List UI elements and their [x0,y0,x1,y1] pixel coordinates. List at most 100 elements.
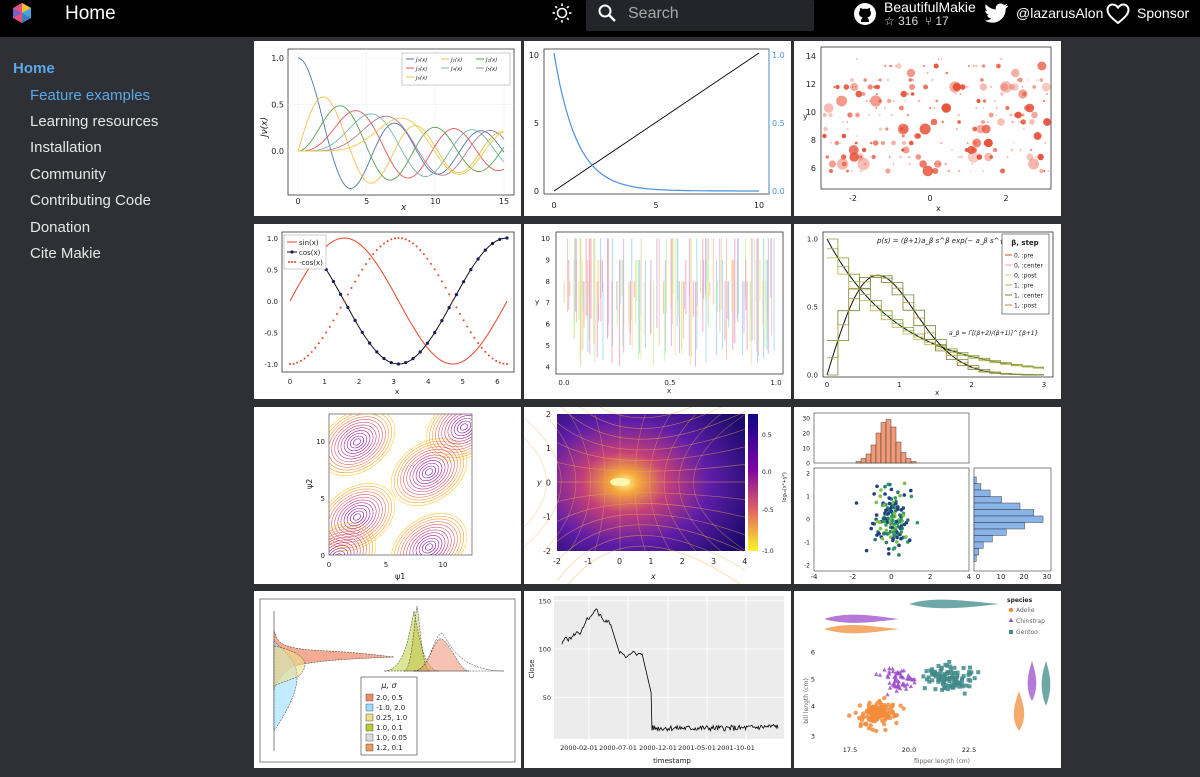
adelie-point [890,709,895,714]
page-title[interactable]: Home [65,3,116,25]
gallery-tile-timeseries[interactable]: 2000-02-01 2000-07-01 2000-12-01 2001-05-01… [524,591,791,768]
makie-logo-icon[interactable] [11,2,33,24]
scatter-point [883,492,887,496]
bubble-point [873,85,876,89]
negcos-point [386,240,389,243]
scatter-point [902,481,907,486]
cos-point [425,341,429,345]
sidebar-item-community[interactable]: Community [30,166,106,183]
adelie-point [891,714,897,719]
search-input[interactable]: Search [586,0,814,31]
negcos-point [310,351,313,353]
scatter-point [891,538,895,543]
trig-functions-plot: sin(x) cos(x) -cos(x) 0 1 2 3 4 5 6 -1.0 -0.5 0.0… [264,231,515,396]
axis-tick: 1 [897,381,901,389]
scatter-point [892,530,896,535]
bubble-point [888,156,891,158]
negcos-point [430,262,432,265]
bubble-point [885,168,891,174]
hist-bar [973,502,1021,510]
bubble-point [846,121,849,123]
bubble-point [838,141,842,145]
gallery-tile-densities[interactable]: μ, σ 2.0, 0.5 -1.0, 2.0 0.25, 1.0 1.0, 0.1 1… [254,591,521,768]
bubble-point [960,155,963,159]
cos-point [375,350,379,354]
bubble-point [880,141,885,145]
gallery-tile-streamplot[interactable]: 0.5 0.0 -0.5 -1.0 log₁₀(x²+y²) -2 -1 0 1 2 3 4… [524,407,791,584]
gallery-tile-rugs[interactable]: 0.0 0.5 1.0 4 5 6 7 8 9 10 x y [524,224,791,399]
gallery-tile-contour[interactable]: 0 5 10 0 5 10 ψ1 ψ2 [254,407,521,584]
negcos-point [365,263,367,265]
negcos-point [487,354,490,357]
streamplot: 0.5 0.0 -0.5 -1.0 log₁₀(x²+y²) -2 -1 0 1 2 3 4… [524,407,788,584]
negcos-point [314,346,317,349]
legend-entry: J₂(x) [485,58,497,64]
bubble-point [888,65,891,67]
y-axis-label: y [803,112,808,121]
gallery-tile-twin-axes[interactable]: 0 5 10 0 5 10 0.0 0.5 1.0 [524,41,791,216]
y-tick: 14 [806,52,816,61]
axis-tick: 2 [806,471,810,478]
bubble-point [899,127,903,131]
axis-tick: -1.0 [264,361,278,369]
bubble-point [993,147,998,153]
gallery-tile-trig[interactable]: sin(x) cos(x) -cos(x) 0 1 2 3 4 5 6 -1.0 -0.5 0.0… [254,224,521,399]
negcos-point [480,346,483,349]
sidebar-item-installation[interactable]: Installation [30,139,102,156]
sidebar-item-cite-makie[interactable]: Cite Makie [30,245,101,262]
negcos-point [422,253,425,256]
negcos-point [408,240,411,242]
bubble-point [1021,113,1025,117]
negcos-point [357,274,360,277]
gentoo-point [962,691,967,696]
sidebar-item-feature-examples[interactable]: Feature examples [30,87,150,104]
bubble-point [863,162,867,166]
bubble-point [908,162,911,166]
y-right-tick: 0.5 [772,119,785,128]
colorbar-tick: -0.5 [762,507,774,514]
gallery-tile-stairs[interactable]: p(s) = (β+1)a_β s^β exp(− a_β s^{β+1}) a… [794,224,1061,399]
negcos-point [459,312,461,315]
cos-point [433,331,437,335]
chinstrap-point [894,688,899,693]
bubble-point [1043,118,1051,126]
negcos-point [404,238,407,241]
scatter-point [896,507,900,511]
axis-tick: 0.5 [807,304,818,312]
hist-bar [890,426,897,464]
bubble-point [869,141,873,145]
y-tick: 0 [321,552,325,560]
cos-point [440,319,444,323]
axis-tick: 0.5 [271,101,284,110]
axis-tick: 0 [295,197,300,206]
gentoo-point [926,675,931,680]
bessel-functions-plot: 0 5 10 15 0.0 0.5 1.0 J₀(x) J₁(x) J₂(x) J₃(x) J₄(x… [260,48,515,213]
gallery-tile-bubbles[interactable]: -2 0 2 6 8 10 12 14 x y [794,41,1061,216]
gallery-tile-penguins[interactable]: species Adelie Chinstrap Gentoo 17.5 20.0… [794,591,1061,768]
adelie-point [898,703,903,708]
gallery-tile-marginal[interactable]: 0 10 20 30 -4 -2 0 2 4 -2 -1 0 1 2 0 10 20 30 [794,407,1061,584]
gallery-tile-bessel[interactable]: 0 5 10 15 0.0 0.5 1.0 J₀(x) J₁(x) J₂(x) J₃(x) J₄(x… [254,41,521,216]
y-axis-label: y [535,298,539,306]
sidebar-item-home[interactable]: Home [13,60,55,77]
x-tick: 0 [927,194,932,203]
negcos-point [491,357,494,360]
bubble-point [983,139,991,147]
sidebar-item-learning-resources[interactable]: Learning resources [30,113,158,130]
sidebar-item-donation[interactable]: Donation [30,219,90,236]
axis-tick: -1 [543,513,551,522]
axis-tick: 20.0 [902,746,916,754]
axis-tick: 0 [806,461,810,468]
scatter-point [891,505,896,510]
bubble-point [899,105,904,111]
sun-icon[interactable] [552,3,572,23]
y-axis-label: Close [528,659,536,678]
colorbar-tick: 0.5 [762,432,772,439]
bubble-point [982,99,987,103]
bubble-point [825,155,829,159]
adelie-point [890,702,895,707]
bubble-point [908,155,911,159]
bubble-point [829,169,833,173]
sidebar-item-contributing-code[interactable]: Contributing Code [30,192,151,209]
gentoo-point [928,668,933,673]
